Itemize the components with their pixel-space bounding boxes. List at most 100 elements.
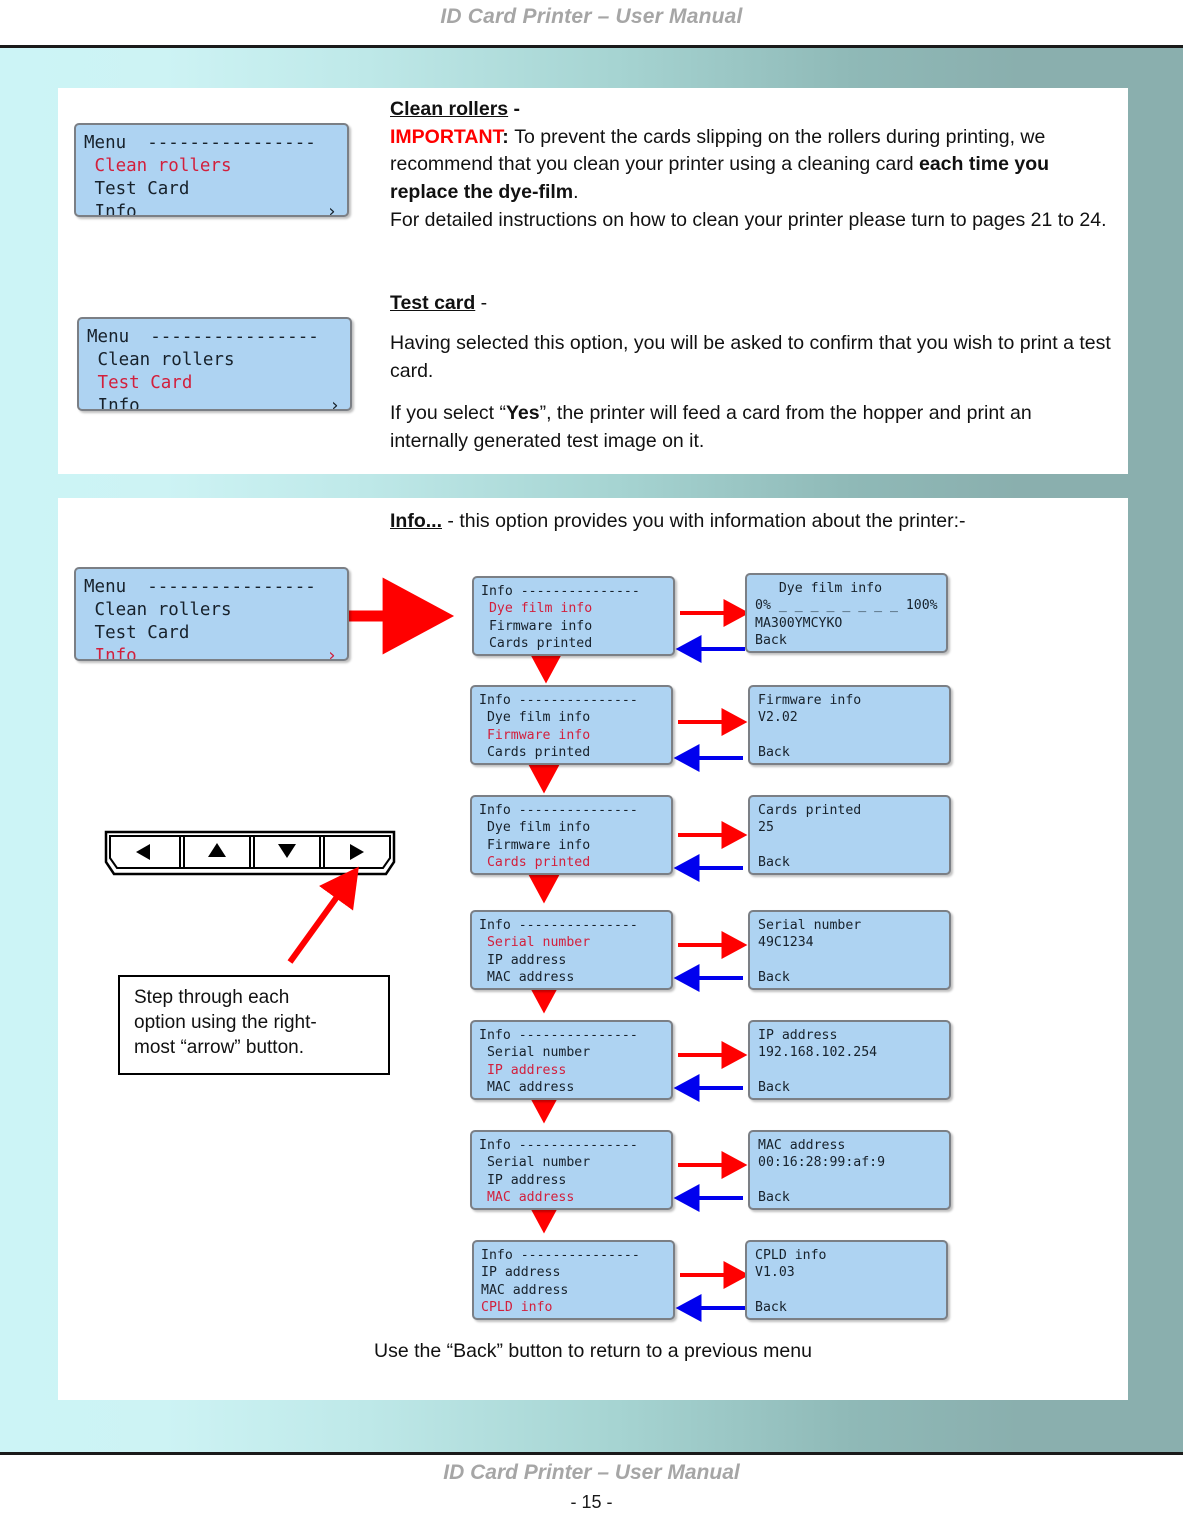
lcd-info-step-4[interactable]: Info --------------- Serial number IP ad… xyxy=(470,910,673,990)
lcd-row[interactable]: Dye film info xyxy=(479,709,665,726)
lcd-row[interactable]: Menu ---------------- xyxy=(84,576,337,599)
back-button-note: Use the “Back” button to return to a pre… xyxy=(374,1340,812,1362)
lcd-info-result-5[interactable]: IP address 192.168.102.254 Back xyxy=(748,1020,951,1100)
lcd-row[interactable]: Firmware info xyxy=(758,692,943,709)
lcd-menu-clean[interactable]: Menu ---------------- Clean rollers Test… xyxy=(74,123,349,217)
info-heading-suffix: - this option provides you with informat… xyxy=(442,510,966,532)
lcd-row[interactable]: Clean rollers xyxy=(87,349,340,372)
lcd-row[interactable]: V1.03 xyxy=(755,1264,940,1281)
lcd-info-result-6[interactable]: MAC address 00:16:28:99:af:9 Back xyxy=(748,1130,951,1210)
clean-rollers-heading-suffix: - xyxy=(508,98,521,120)
lcd-info-result-4[interactable]: Serial number 49C1234 Back xyxy=(748,910,951,990)
lcd-menu-info[interactable]: Menu ---------------- Clean rollers Test… xyxy=(74,567,349,661)
lcd-info-step-3[interactable]: Info --------------- Dye film info Firmw… xyxy=(470,795,673,875)
lcd-row[interactable]: Menu ---------------- xyxy=(87,326,340,349)
lcd-row[interactable]: Cards printed xyxy=(758,802,943,819)
lcd-row[interactable]: Back xyxy=(755,632,940,649)
info-heading: Info... xyxy=(390,510,442,532)
lcd-row-selected[interactable]: Info › xyxy=(84,645,337,659)
printer-keypad[interactable] xyxy=(100,828,400,888)
lcd-row[interactable]: Info --------------- xyxy=(479,802,665,819)
page-footer: ID Card Printer – User Manual - 15 - xyxy=(0,1458,1183,1516)
lcd-row[interactable]: Cards printed xyxy=(481,635,667,652)
lcd-row[interactable]: Menu ---------------- xyxy=(84,132,337,155)
lcd-row-selected[interactable]: Cards printed xyxy=(479,854,665,871)
lcd-row[interactable]: 25 xyxy=(758,819,943,836)
lcd-row[interactable] xyxy=(758,727,943,744)
clean-rollers-reference-paragraph: For detailed instructions on how to clea… xyxy=(390,208,1107,231)
lcd-row[interactable]: Back xyxy=(758,744,943,761)
lcd-row-selected[interactable]: Serial number xyxy=(479,934,665,951)
lcd-row[interactable]: IP address xyxy=(479,1172,665,1189)
lcd-row[interactable] xyxy=(758,1062,943,1079)
clean-rollers-important-paragraph: IMPORTANT: To prevent the cards slipping… xyxy=(390,124,1115,207)
lcd-row[interactable]: Dye film info xyxy=(479,819,665,836)
lcd-row-selected[interactable]: MAC address xyxy=(479,1189,665,1206)
lcd-row[interactable]: MA300YMCYKO xyxy=(755,615,940,632)
lcd-row[interactable]: Info › xyxy=(87,395,340,409)
lcd-row[interactable]: 0% _ _ _ _ _ _ _ _ 100% xyxy=(755,597,940,614)
lcd-row[interactable]: MAC address xyxy=(758,1137,943,1154)
lcd-info-step-1[interactable]: Info --------------- Dye film info Firmw… xyxy=(472,576,675,656)
lcd-row[interactable]: Back xyxy=(758,969,943,986)
lcd-row[interactable]: 00:16:28:99:af:9 xyxy=(758,1154,943,1171)
lcd-row[interactable]: Back xyxy=(758,1079,943,1096)
test-card-paragraph-2: If you select “Yes”, the printer will fe… xyxy=(390,400,1115,455)
lcd-row[interactable]: Back xyxy=(758,1189,943,1206)
lcd-row[interactable]: Serial number xyxy=(479,1154,665,1171)
lcd-row[interactable]: Firmware info xyxy=(481,618,667,635)
callout-line-3: most “arrow” button. xyxy=(134,1037,304,1059)
lcd-row-selected[interactable]: Firmware info xyxy=(479,727,665,744)
lcd-row-selected[interactable]: Test Card xyxy=(87,372,340,395)
lcd-row[interactable]: Cards printed xyxy=(479,744,665,761)
callout-line-2: option using the right- xyxy=(134,1012,317,1034)
lcd-row[interactable]: Back xyxy=(755,1299,940,1316)
lcd-row[interactable] xyxy=(755,1282,940,1299)
lcd-row[interactable] xyxy=(758,952,943,969)
lcd-row[interactable]: Info --------------- xyxy=(481,583,667,600)
lcd-row[interactable] xyxy=(758,1172,943,1189)
lcd-row[interactable]: CPLD info xyxy=(755,1247,940,1264)
lcd-row[interactable]: Info --------------- xyxy=(479,1137,665,1154)
lcd-info-result-7[interactable]: CPLD info V1.03 Back xyxy=(745,1240,948,1320)
lcd-row[interactable]: Dye film info xyxy=(755,580,940,597)
lcd-row[interactable]: Back xyxy=(758,854,943,871)
lcd-row-selected[interactable]: Clean rollers xyxy=(84,155,337,178)
lcd-info-result-1[interactable]: Dye film info 0% _ _ _ _ _ _ _ _ 100% MA30… xyxy=(745,573,948,653)
lcd-row[interactable]: IP address xyxy=(481,1264,667,1281)
lcd-row[interactable]: Test Card xyxy=(84,178,337,201)
lcd-row[interactable]: MAC address xyxy=(481,1282,667,1299)
lcd-row-selected[interactable]: Dye film info xyxy=(481,600,667,617)
important-colon: : xyxy=(502,125,515,148)
lcd-row[interactable]: Test Card xyxy=(84,622,337,645)
lcd-row-selected[interactable]: IP address xyxy=(479,1062,665,1079)
lcd-row[interactable]: IP address xyxy=(479,952,665,969)
lcd-info-step-5[interactable]: Info --------------- Serial number IP ad… xyxy=(470,1020,673,1100)
lcd-menu-test[interactable]: Menu ---------------- Clean rollers Test… xyxy=(77,317,352,411)
lcd-row[interactable]: 192.168.102.254 xyxy=(758,1044,943,1061)
test-card-heading-suffix: - xyxy=(475,292,488,314)
lcd-row[interactable]: Info --------------- xyxy=(479,692,665,709)
lcd-row[interactable]: 49C1234 xyxy=(758,934,943,951)
lcd-row[interactable]: Serial number xyxy=(479,1044,665,1061)
lcd-row[interactable]: Info --------------- xyxy=(479,917,665,934)
lcd-info-step-6[interactable]: Info --------------- Serial number IP ad… xyxy=(470,1130,673,1210)
lcd-info-result-3[interactable]: Cards printed 25 Back xyxy=(748,795,951,875)
lcd-row[interactable]: MAC address xyxy=(479,969,665,986)
lcd-row[interactable]: Firmware info xyxy=(479,837,665,854)
lcd-row[interactable]: Info --------------- xyxy=(481,1247,667,1264)
lcd-row[interactable]: V2.02 xyxy=(758,709,943,726)
lcd-row[interactable]: Info --------------- xyxy=(479,1027,665,1044)
important-label: IMPORTANT xyxy=(390,125,503,148)
lcd-row[interactable]: Serial number xyxy=(758,917,943,934)
lcd-row[interactable]: Info › xyxy=(84,201,337,215)
lcd-row[interactable]: IP address xyxy=(758,1027,943,1044)
clean-rollers-heading-line: Clean rollers - xyxy=(390,96,1115,124)
lcd-info-step-7[interactable]: Info --------------- IP address MAC addres… xyxy=(472,1240,675,1320)
lcd-info-result-2[interactable]: Firmware info V2.02 Back xyxy=(748,685,951,765)
lcd-info-step-2[interactable]: Info --------------- Dye film info Firmw… xyxy=(470,685,673,765)
lcd-row[interactable]: MAC address xyxy=(479,1079,665,1096)
lcd-row-selected[interactable]: CPLD info xyxy=(481,1299,667,1316)
lcd-row[interactable]: Clean rollers xyxy=(84,599,337,622)
lcd-row[interactable] xyxy=(758,837,943,854)
